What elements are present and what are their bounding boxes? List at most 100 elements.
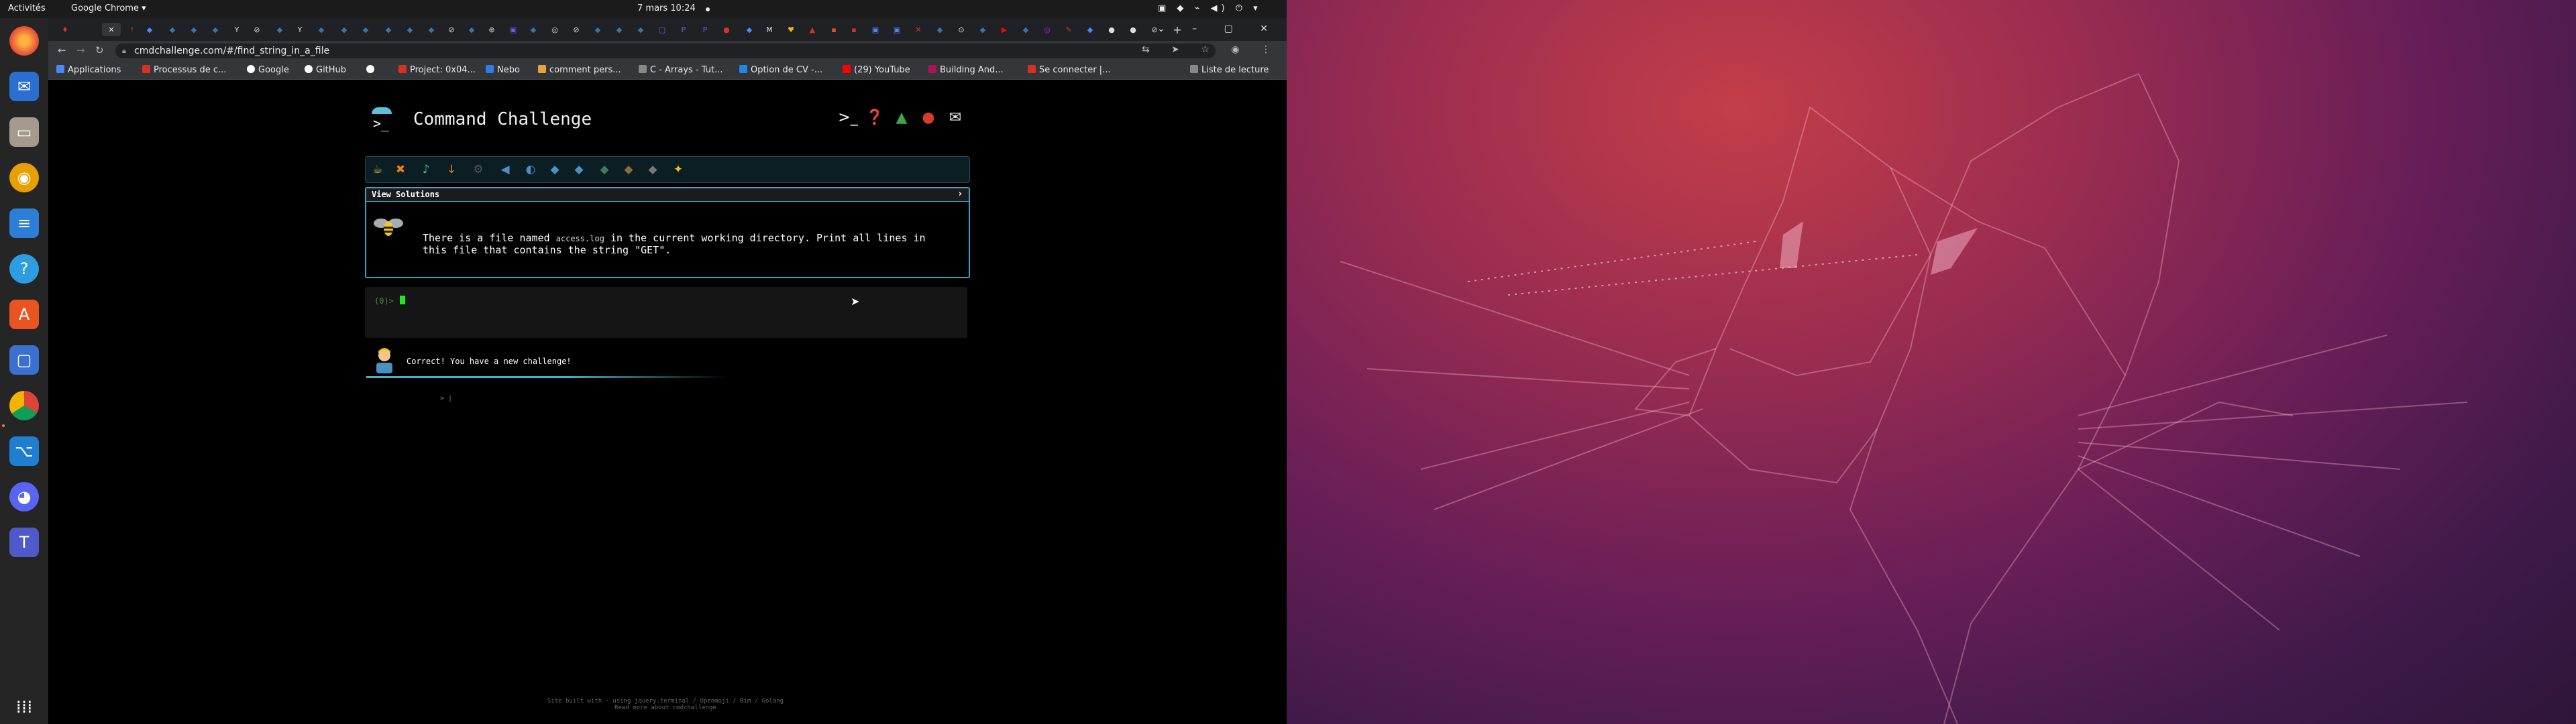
tab-favicon[interactable]: P bbox=[698, 23, 712, 36]
challenge-icon-13[interactable]: ✦ bbox=[670, 162, 686, 178]
tab-favicon[interactable]: ● bbox=[1126, 23, 1140, 36]
tab-favicon[interactable]: ◆ bbox=[314, 23, 329, 36]
software-icon[interactable]: A bbox=[9, 300, 39, 329]
bookmark-project[interactable]: Project: 0x04... bbox=[398, 65, 476, 75]
tab-favicon[interactable]: ! bbox=[125, 23, 140, 36]
screenshot-icon[interactable]: ▢ bbox=[9, 345, 39, 375]
challenge-icon-4[interactable]: ↓ bbox=[443, 162, 460, 178]
firefox-icon[interactable] bbox=[9, 26, 39, 56]
bookmark-github[interactable]: GitHub bbox=[305, 65, 346, 75]
tab-favicon[interactable]: ◆ bbox=[932, 23, 947, 36]
tab-favicon[interactable]: ◆ bbox=[186, 23, 201, 36]
lock-icon[interactable]: 🔒︎ bbox=[122, 44, 126, 58]
tab-favicon[interactable]: ◆ bbox=[381, 23, 396, 36]
tab-favicon[interactable]: ▣ bbox=[506, 23, 521, 36]
tab-favicon[interactable]: ✎ bbox=[1061, 23, 1076, 36]
tab-favicon[interactable]: ▪ bbox=[826, 23, 841, 36]
mail-icon[interactable]: ✉ bbox=[945, 107, 966, 128]
tab-favicon[interactable]: ◆ bbox=[1018, 23, 1033, 36]
window-controls[interactable]: ⌄ – ▢ ✕ bbox=[1157, 23, 1280, 34]
hint-icon[interactable]: ❓ bbox=[864, 107, 885, 128]
tab-favicon[interactable]: ◆ bbox=[358, 23, 373, 36]
tab-favicon[interactable]: ◆ bbox=[424, 23, 439, 36]
challenge-icon-6[interactable]: ◀ bbox=[497, 162, 513, 178]
tab-favicon[interactable]: ⊘ bbox=[569, 23, 584, 36]
tab-favicon[interactable]: ◆ bbox=[742, 23, 757, 36]
tab-favicon[interactable]: ◆ bbox=[464, 23, 479, 36]
chevron-right-icon[interactable]: › bbox=[959, 189, 962, 199]
tab-favicon[interactable]: ▣ bbox=[890, 23, 904, 36]
tab-favicon[interactable]: ◆ bbox=[165, 23, 180, 36]
challenge-icon-11[interactable]: ◆ bbox=[621, 162, 637, 178]
tab-favicon[interactable]: Y bbox=[229, 23, 244, 36]
address-bar[interactable]: 🔒︎ cmdchallenge.com/#/find_string_in_a_f… bbox=[115, 44, 1216, 58]
tab-favicon[interactable]: ◆ bbox=[337, 23, 352, 36]
footer-credits[interactable]: Site built with · using jquery.terminal … bbox=[518, 698, 813, 705]
tab-favicon[interactable]: ◆ bbox=[208, 23, 223, 36]
chrome-icon[interactable] bbox=[9, 391, 39, 420]
tab-favicon[interactable]: ◆ bbox=[633, 23, 648, 36]
tab-favicon[interactable]: ◆ bbox=[402, 23, 417, 36]
discord-icon[interactable]: ◕ bbox=[9, 482, 39, 511]
tab-favicon[interactable]: ✕ bbox=[911, 23, 926, 36]
tab-favicon[interactable]: ▶ bbox=[997, 23, 1012, 36]
tab-favicon[interactable]: P bbox=[676, 23, 691, 36]
challenge-icon-8[interactable]: ◆ bbox=[547, 162, 563, 178]
bookmark-nebo[interactable]: Nebo bbox=[486, 65, 520, 75]
teams-icon[interactable]: T bbox=[9, 528, 39, 557]
challenge-icon-1[interactable]: ☕ bbox=[370, 162, 386, 178]
tab-favicon[interactable]: ♥ bbox=[784, 23, 798, 36]
challenge-icon-9[interactable]: ◆ bbox=[571, 162, 587, 178]
apps-grid-icon[interactable]: ⁞⁞⁞ bbox=[9, 692, 39, 722]
view-solutions-label[interactable]: View Solutions bbox=[372, 190, 439, 199]
help-icon[interactable]: ? bbox=[9, 254, 39, 284]
challenge-icon-12[interactable]: ◆ bbox=[645, 162, 661, 178]
bookmark-blank[interactable] bbox=[366, 65, 378, 75]
tab-favicon[interactable]: ◆ bbox=[526, 23, 541, 36]
tab-favicon[interactable]: ◎ bbox=[547, 23, 562, 36]
tab-favicon[interactable]: ● bbox=[1104, 23, 1119, 36]
tab-favicon[interactable]: ♦ bbox=[58, 23, 72, 36]
forward-arrow-icon[interactable]: → bbox=[76, 44, 85, 56]
terminal-input[interactable]: (0)> bbox=[365, 287, 967, 338]
tab-favicon[interactable]: M bbox=[762, 23, 777, 36]
tab-favicon[interactable]: ▲ bbox=[805, 23, 820, 36]
challenge-icon-3[interactable]: ♪ bbox=[418, 162, 434, 178]
bookmark-applications[interactable]: Applications bbox=[56, 65, 121, 75]
devil-icon[interactable]: ● bbox=[918, 107, 939, 128]
bookmark-google[interactable]: Google bbox=[247, 65, 289, 75]
clock[interactable]: 7 mars 10:24 bbox=[637, 3, 696, 13]
rhythmbox-icon[interactable]: ◉ bbox=[9, 163, 39, 192]
bookmark-c-arrays[interactable]: C - Arrays - Tut... bbox=[639, 65, 722, 75]
reading-list[interactable]: Liste de lecture bbox=[1190, 65, 1269, 75]
bookmark-option-cv[interactable]: Option de CV -... bbox=[739, 65, 822, 75]
files-icon[interactable]: ▭ bbox=[9, 117, 39, 147]
challenge-icon-10[interactable]: ◆ bbox=[596, 162, 612, 178]
bookmark-comment[interactable]: comment pers... bbox=[538, 65, 621, 75]
view-solutions-header[interactable]: View Solutions › bbox=[366, 188, 969, 202]
tab-favicon[interactable]: ⊙ bbox=[954, 23, 969, 36]
footer-read-more[interactable]: Read more about cmdchallenge bbox=[518, 705, 813, 711]
tab-favicon[interactable]: ⊘ bbox=[250, 23, 264, 36]
back-arrow-icon[interactable]: ← bbox=[58, 44, 66, 56]
activities-button[interactable]: Activités bbox=[8, 3, 46, 13]
tree-icon[interactable]: ▲ bbox=[891, 107, 912, 128]
thunderbird-icon[interactable]: ✉ bbox=[9, 72, 39, 101]
terminal-icon[interactable]: >_ bbox=[837, 107, 859, 128]
tab-favicon[interactable]: ▪ bbox=[847, 23, 861, 36]
app-menu[interactable]: Google Chrome ▾ bbox=[71, 3, 146, 13]
tab-favicon[interactable]: Y bbox=[292, 23, 307, 36]
challenge-icon-7[interactable]: ◐ bbox=[523, 162, 539, 178]
tab-favicon[interactable]: ▢ bbox=[655, 23, 669, 36]
toolbar-actions[interactable]: ⇆ ➤ ☆ ◉ ⋮ bbox=[1142, 44, 1280, 55]
writer-icon[interactable]: ≡ bbox=[9, 208, 39, 238]
tab-favicon[interactable]: ◆ bbox=[142, 23, 157, 36]
url-text[interactable]: cmdchallenge.com/#/find_string_in_a_file bbox=[134, 44, 329, 58]
tab-favicon[interactable]: ◆ bbox=[612, 23, 627, 36]
tab-favicon[interactable]: ● bbox=[719, 23, 734, 36]
bookmark-se-connecter[interactable]: Se connecter |... bbox=[1028, 65, 1110, 75]
tab-favicon[interactable]: ◎ bbox=[1040, 23, 1055, 36]
tab-favicon[interactable]: ▣ bbox=[868, 23, 883, 36]
tab-favicon[interactable]: ◆ bbox=[975, 23, 990, 36]
system-tray[interactable]: ▣ ◆ ⌁ ◀) ⏻ ▾ bbox=[1158, 3, 1262, 13]
